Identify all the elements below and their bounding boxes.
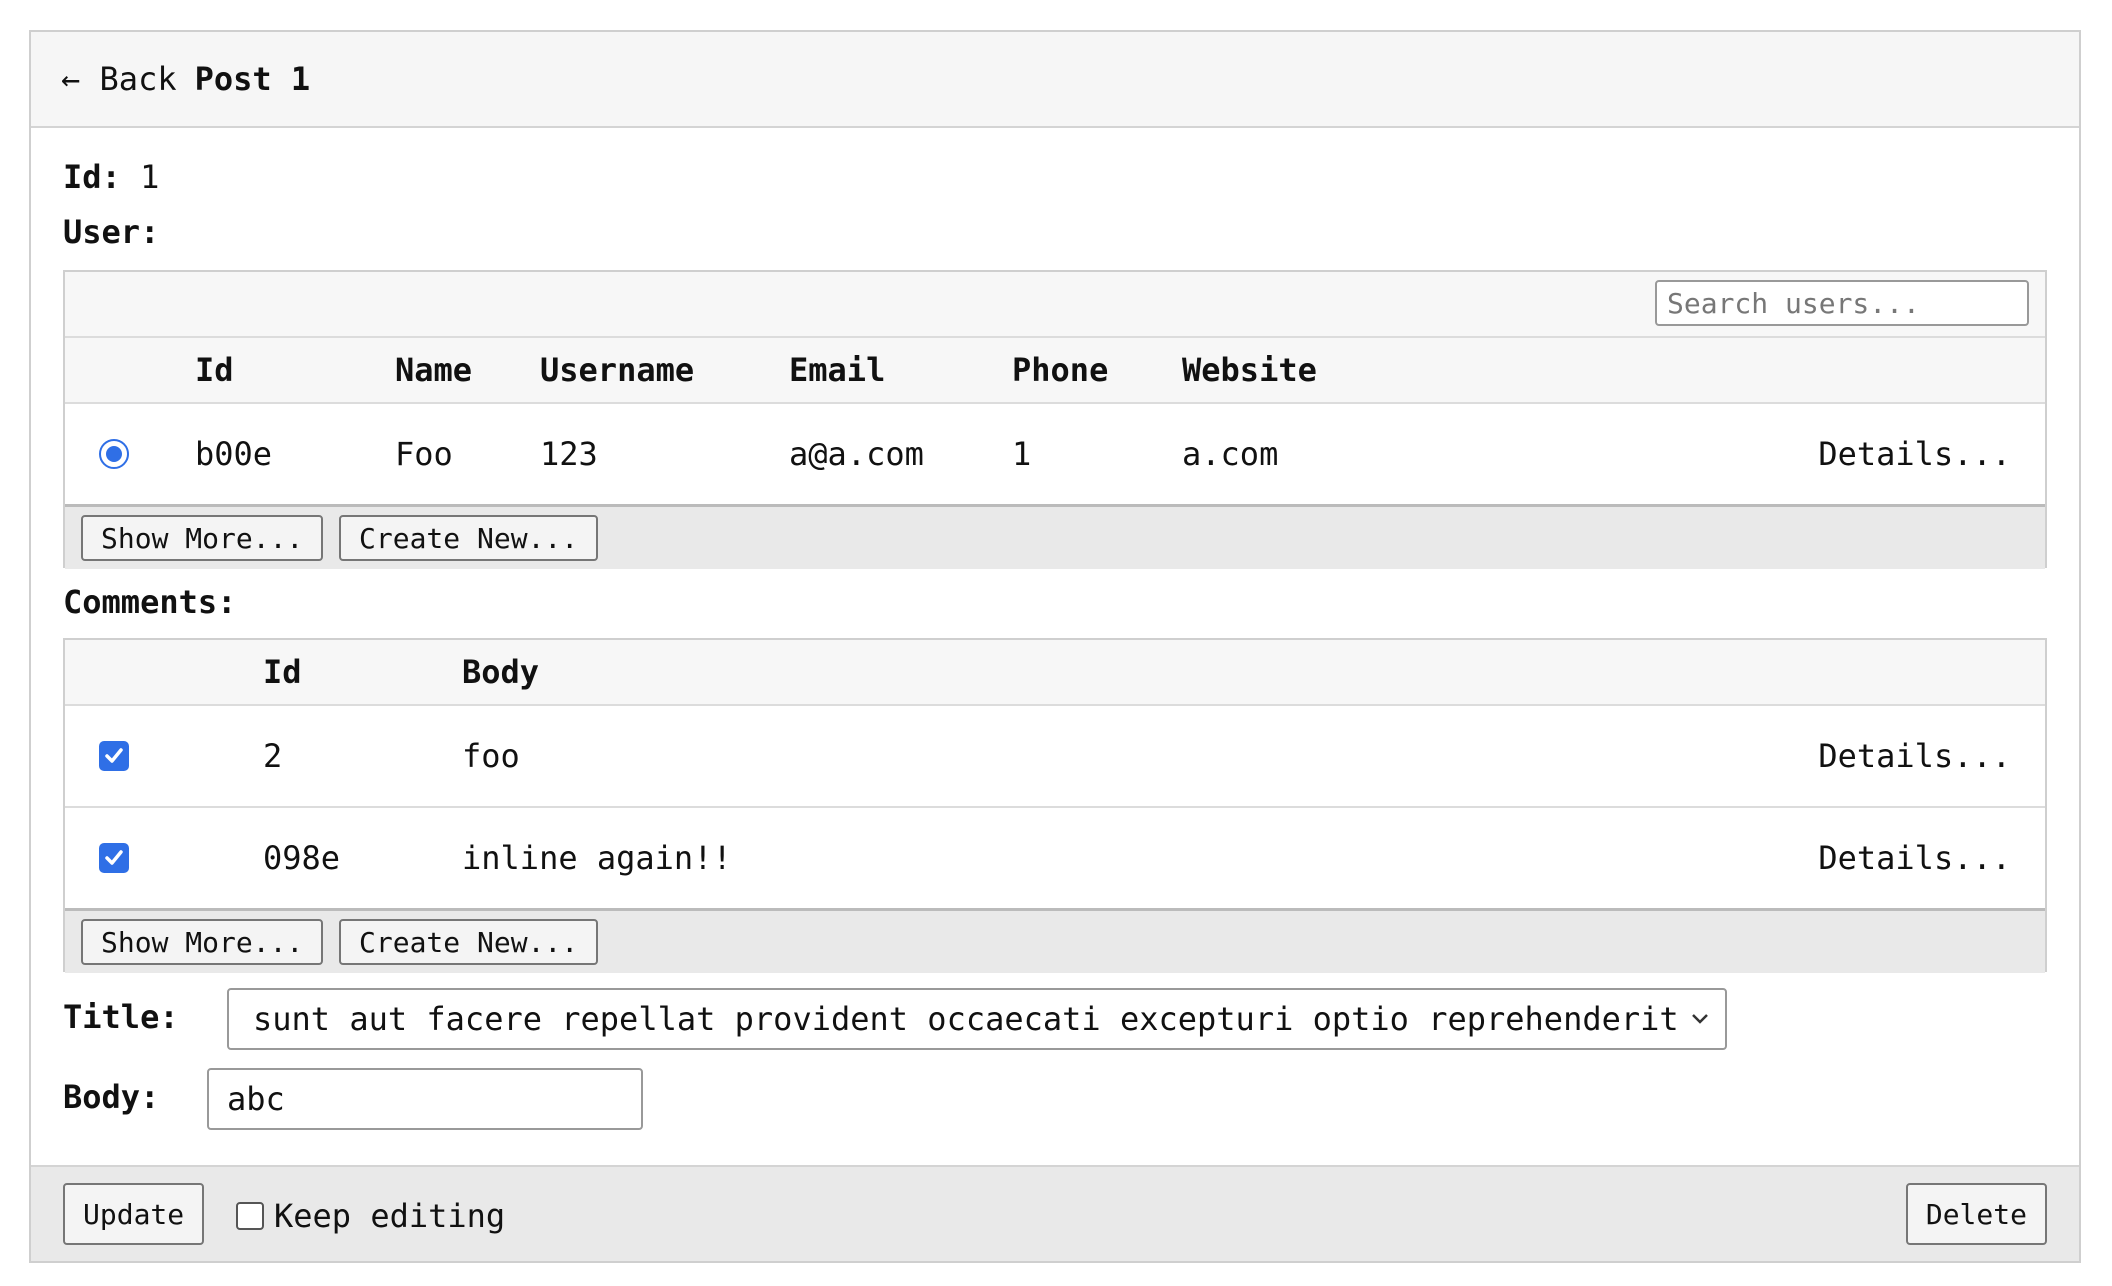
page-title: Post 1	[194, 60, 311, 98]
table-row[interactable]: 098e inline again!! Details...	[65, 808, 2045, 911]
body-label: Body:	[63, 1078, 160, 1116]
user-website-cell: a.com	[1182, 435, 1279, 473]
id-label: Id:	[63, 158, 121, 196]
column-header-body: Body	[462, 653, 540, 691]
title-select[interactable]: sunt aut facere repellat provident occae…	[227, 988, 1727, 1050]
id-field: Id: 1	[63, 158, 159, 196]
comments-show-more-button[interactable]: Show More...	[81, 919, 324, 965]
action-bar: Update Keep editing Delete	[31, 1165, 2079, 1261]
comments-table-header: Id Body	[65, 640, 2045, 706]
checkmark-icon	[105, 748, 123, 763]
comment-details-link[interactable]: Details...	[1818, 737, 2011, 775]
column-header-email: Email	[789, 351, 886, 389]
delete-button[interactable]: Delete	[1905, 1183, 2047, 1245]
user-id-cell: b00e	[195, 435, 273, 473]
user-name-cell: Foo	[395, 435, 453, 473]
title-label-wrap: Title:	[63, 998, 179, 1036]
comments-table-footer: Show More... Create New...	[65, 911, 2045, 973]
column-header-id: Id	[263, 653, 302, 691]
users-table-header: Id Name Username Email Phone Website	[65, 338, 2045, 404]
table-row[interactable]: b00e Foo 123 a@a.com 1 a.com Details...	[65, 404, 2045, 507]
body-input-value: abc	[227, 1080, 285, 1118]
comments-label: Comments:	[63, 583, 237, 621]
comment-details-link[interactable]: Details...	[1818, 839, 2011, 877]
post-detail-panel: ← Back Post 1 Id: 1 User: Id Name Userna…	[29, 30, 2081, 1263]
comment-checkbox[interactable]	[99, 741, 129, 771]
comment-id-cell: 2	[263, 737, 283, 775]
search-users-input[interactable]	[1655, 280, 2029, 326]
body-label-wrap: Body:	[63, 1078, 159, 1116]
keep-editing-label: Keep editing	[274, 1197, 506, 1235]
title-label: Title:	[63, 998, 179, 1036]
keep-editing-checkbox[interactable]	[236, 1202, 264, 1230]
user-details-link[interactable]: Details...	[1818, 435, 2011, 473]
page-header: ← Back Post 1	[31, 32, 2079, 128]
users-create-new-button[interactable]: Create New...	[339, 515, 599, 561]
users-search-bar	[65, 272, 2045, 338]
comments-table: Id Body 2 foo Details... 098e inline aga…	[63, 638, 2047, 973]
column-header-website: Website	[1182, 351, 1317, 389]
users-table: Id Name Username Email Phone Website b00…	[63, 270, 2047, 569]
user-select-radio[interactable]	[99, 439, 129, 469]
user-label: User:	[63, 213, 160, 251]
user-field-label: User:	[63, 213, 159, 251]
body-input[interactable]: abc	[207, 1068, 643, 1130]
table-row[interactable]: 2 foo Details...	[65, 706, 2045, 808]
users-table-footer: Show More... Create New...	[65, 507, 2045, 569]
comment-checkbox[interactable]	[99, 843, 129, 873]
id-value: 1	[140, 158, 160, 196]
comment-id-cell: 098e	[263, 839, 341, 877]
comment-body-cell: foo	[462, 737, 520, 775]
users-show-more-button[interactable]: Show More...	[81, 515, 324, 561]
comments-create-new-button[interactable]: Create New...	[339, 919, 599, 965]
update-button[interactable]: Update	[63, 1183, 205, 1245]
chevron-down-icon	[1692, 1014, 1708, 1024]
user-username-cell: 123	[540, 435, 598, 473]
comments-field-label: Comments:	[63, 583, 236, 621]
checkmark-icon	[105, 850, 123, 865]
column-header-id: Id	[195, 351, 234, 389]
back-link[interactable]: ← Back	[61, 60, 177, 98]
user-email-cell: a@a.com	[789, 435, 924, 473]
comment-body-cell: inline again!!	[462, 839, 732, 877]
column-header-name: Name	[395, 351, 473, 389]
title-select-value: sunt aut facere repellat provident occae…	[253, 1000, 1679, 1038]
user-phone-cell: 1	[1012, 435, 1032, 473]
column-header-phone: Phone	[1012, 351, 1109, 389]
column-header-username: Username	[540, 351, 695, 389]
keep-editing-toggle[interactable]: Keep editing	[236, 1197, 505, 1235]
